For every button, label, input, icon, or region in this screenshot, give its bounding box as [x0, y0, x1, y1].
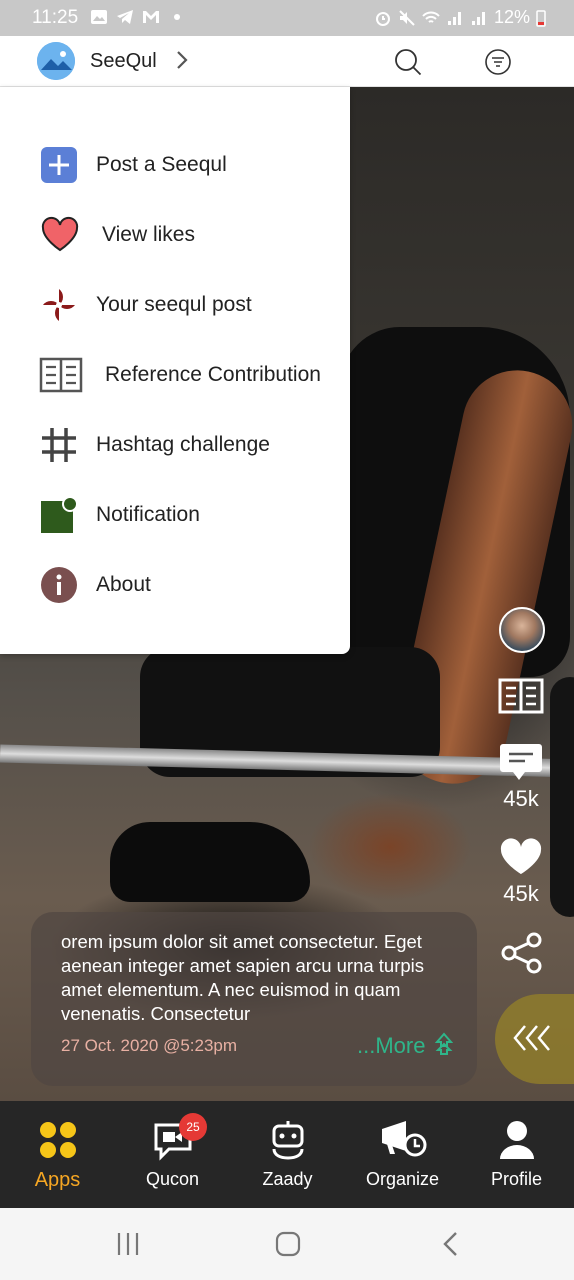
search-icon[interactable]: [394, 48, 422, 76]
comments-count: 45k: [503, 786, 539, 811]
photo-logo-icon[interactable]: [37, 42, 75, 80]
app-dropdown-menu: Post a Seequl View likes Your seequl pos…: [0, 87, 350, 654]
megaphone-clock-icon: [381, 1121, 426, 1157]
gmail-icon: [143, 11, 159, 23]
menu-item-label: View likes: [102, 223, 195, 246]
alarm-icon: [375, 11, 390, 26]
menu-item-your-seequl-post[interactable]: Your seequl post: [0, 275, 350, 335]
brand-name[interactable]: SeeQul: [90, 50, 157, 73]
recent-apps-icon[interactable]: [114, 1230, 144, 1258]
info-icon: [41, 567, 77, 603]
menu-item-reference-contribution[interactable]: Reference Contribution: [0, 345, 350, 405]
nav-label: Profile: [490, 1169, 543, 1189]
home-icon[interactable]: [273, 1230, 303, 1258]
battery-icon: [536, 9, 546, 27]
book-icon: [39, 357, 83, 393]
battery-percent: 12%: [493, 7, 530, 27]
robot-icon: [272, 1121, 303, 1160]
menu-item-label: About: [96, 573, 151, 596]
photo-shape: [110, 822, 310, 902]
nav-label: Organize: [365, 1169, 440, 1189]
status-bar: 11:25 12%: [0, 0, 574, 36]
back-icon[interactable]: [436, 1230, 466, 1258]
notification-icon: [41, 496, 78, 533]
menu-item-label: Post a Seequl: [96, 153, 227, 176]
nav-label: Zaady: [262, 1169, 313, 1189]
share-icon[interactable]: [500, 932, 544, 974]
menu-item-view-likes[interactable]: View likes: [0, 205, 350, 265]
status-notification-icons: [90, 8, 186, 26]
heart-icon: [41, 216, 79, 252]
mute-icon: [399, 9, 415, 26]
reference-book-icon[interactable]: [498, 677, 544, 715]
nav-label: Apps: [34, 1169, 81, 1191]
menu-item-label: Hashtag challenge: [96, 433, 270, 456]
gallery-icon: [91, 10, 107, 24]
plus-square-icon: [41, 147, 77, 183]
post-caption-card: orem ipsum dolor sit amet consectetur. E…: [31, 912, 477, 1086]
photo-shape: [550, 677, 574, 917]
post-date: 27 Oct. 2020 @5:23pm: [61, 1036, 238, 1055]
qucon-badge: 25: [179, 1113, 207, 1141]
bottom-navigation: Apps 25 Qucon Zaady Organize Profile: [0, 1101, 574, 1208]
menu-item-label: Your seequl post: [96, 293, 252, 316]
nav-qucon[interactable]: 25 Qucon: [115, 1101, 230, 1208]
hashtag-icon: [42, 428, 76, 462]
nav-organize[interactable]: Organize: [345, 1101, 460, 1208]
like-heart-icon[interactable]: [499, 838, 543, 876]
nav-apps[interactable]: Apps: [0, 1101, 115, 1208]
up-arrow-icon[interactable]: [435, 1032, 453, 1060]
pinwheel-icon: [43, 289, 75, 321]
more-link[interactable]: ...More: [357, 1033, 425, 1059]
telegram-icon: [117, 10, 133, 24]
menu-item-label: Reference Contribution: [105, 363, 321, 386]
menu-item-label: Notification: [96, 503, 200, 526]
wifi-icon: [422, 11, 440, 23]
signal-icon: [447, 11, 461, 25]
author-avatar[interactable]: [499, 607, 545, 653]
dot-icon: [174, 14, 180, 20]
menu-item-about[interactable]: About: [0, 555, 350, 615]
nav-profile[interactable]: Profile: [459, 1101, 574, 1208]
status-time: 11:25: [32, 7, 79, 28]
triple-chevron-left-icon: [513, 1025, 550, 1051]
apps-grid-icon: [39, 1122, 76, 1158]
likes-count: 45k: [503, 881, 539, 906]
system-navigation-bar: [0, 1208, 574, 1280]
filter-icon[interactable]: [484, 48, 512, 76]
post-caption-text: orem ipsum dolor sit amet consectetur. E…: [61, 931, 425, 1024]
comment-icon[interactable]: [499, 742, 543, 782]
menu-item-hashtag-challenge[interactable]: Hashtag challenge: [0, 415, 350, 475]
signal-2-icon: [471, 11, 485, 25]
nav-label: Qucon: [145, 1169, 200, 1189]
nav-zaady[interactable]: Zaady: [230, 1101, 345, 1208]
chevron-right-icon[interactable]: [173, 48, 191, 72]
app-header: SeeQul: [0, 36, 574, 87]
status-system-icons: 12%: [374, 7, 546, 28]
menu-item-post-a-seequl[interactable]: Post a Seequl: [0, 135, 350, 195]
menu-item-notification[interactable]: Notification: [0, 485, 350, 545]
person-icon: [499, 1121, 534, 1159]
